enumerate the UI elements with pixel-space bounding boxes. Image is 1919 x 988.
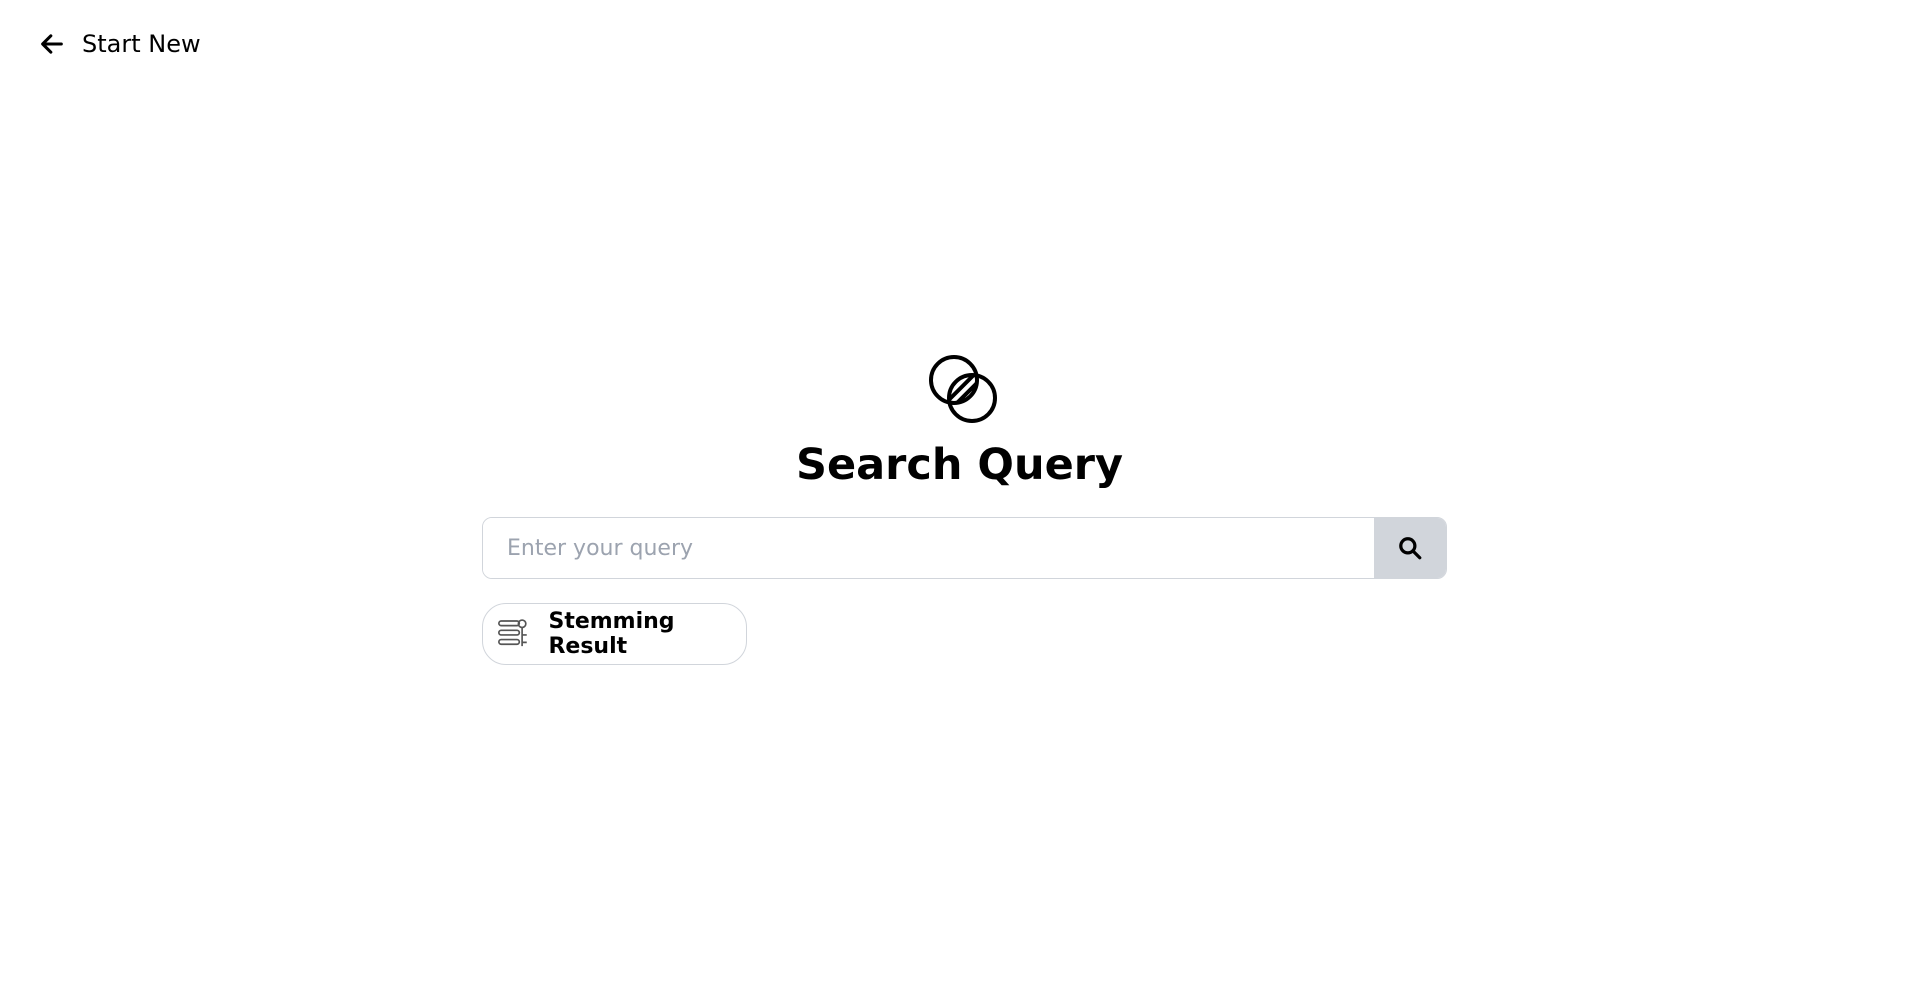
search-button[interactable] xyxy=(1374,518,1446,578)
venn-logo-icon xyxy=(929,355,997,423)
start-new-button[interactable]: Start New xyxy=(38,30,201,58)
start-new-label: Start New xyxy=(82,30,201,58)
arrow-left-icon xyxy=(41,34,63,54)
stemming-result-button[interactable]: Stemming Result xyxy=(482,603,747,665)
search-bar xyxy=(482,517,1447,579)
search-icon xyxy=(1399,537,1422,560)
page-title: Search Query xyxy=(796,440,1123,490)
query-input[interactable] xyxy=(483,518,1374,578)
stemming-result-label: Stemming Result xyxy=(548,609,675,659)
stemming-list-icon xyxy=(498,619,527,647)
